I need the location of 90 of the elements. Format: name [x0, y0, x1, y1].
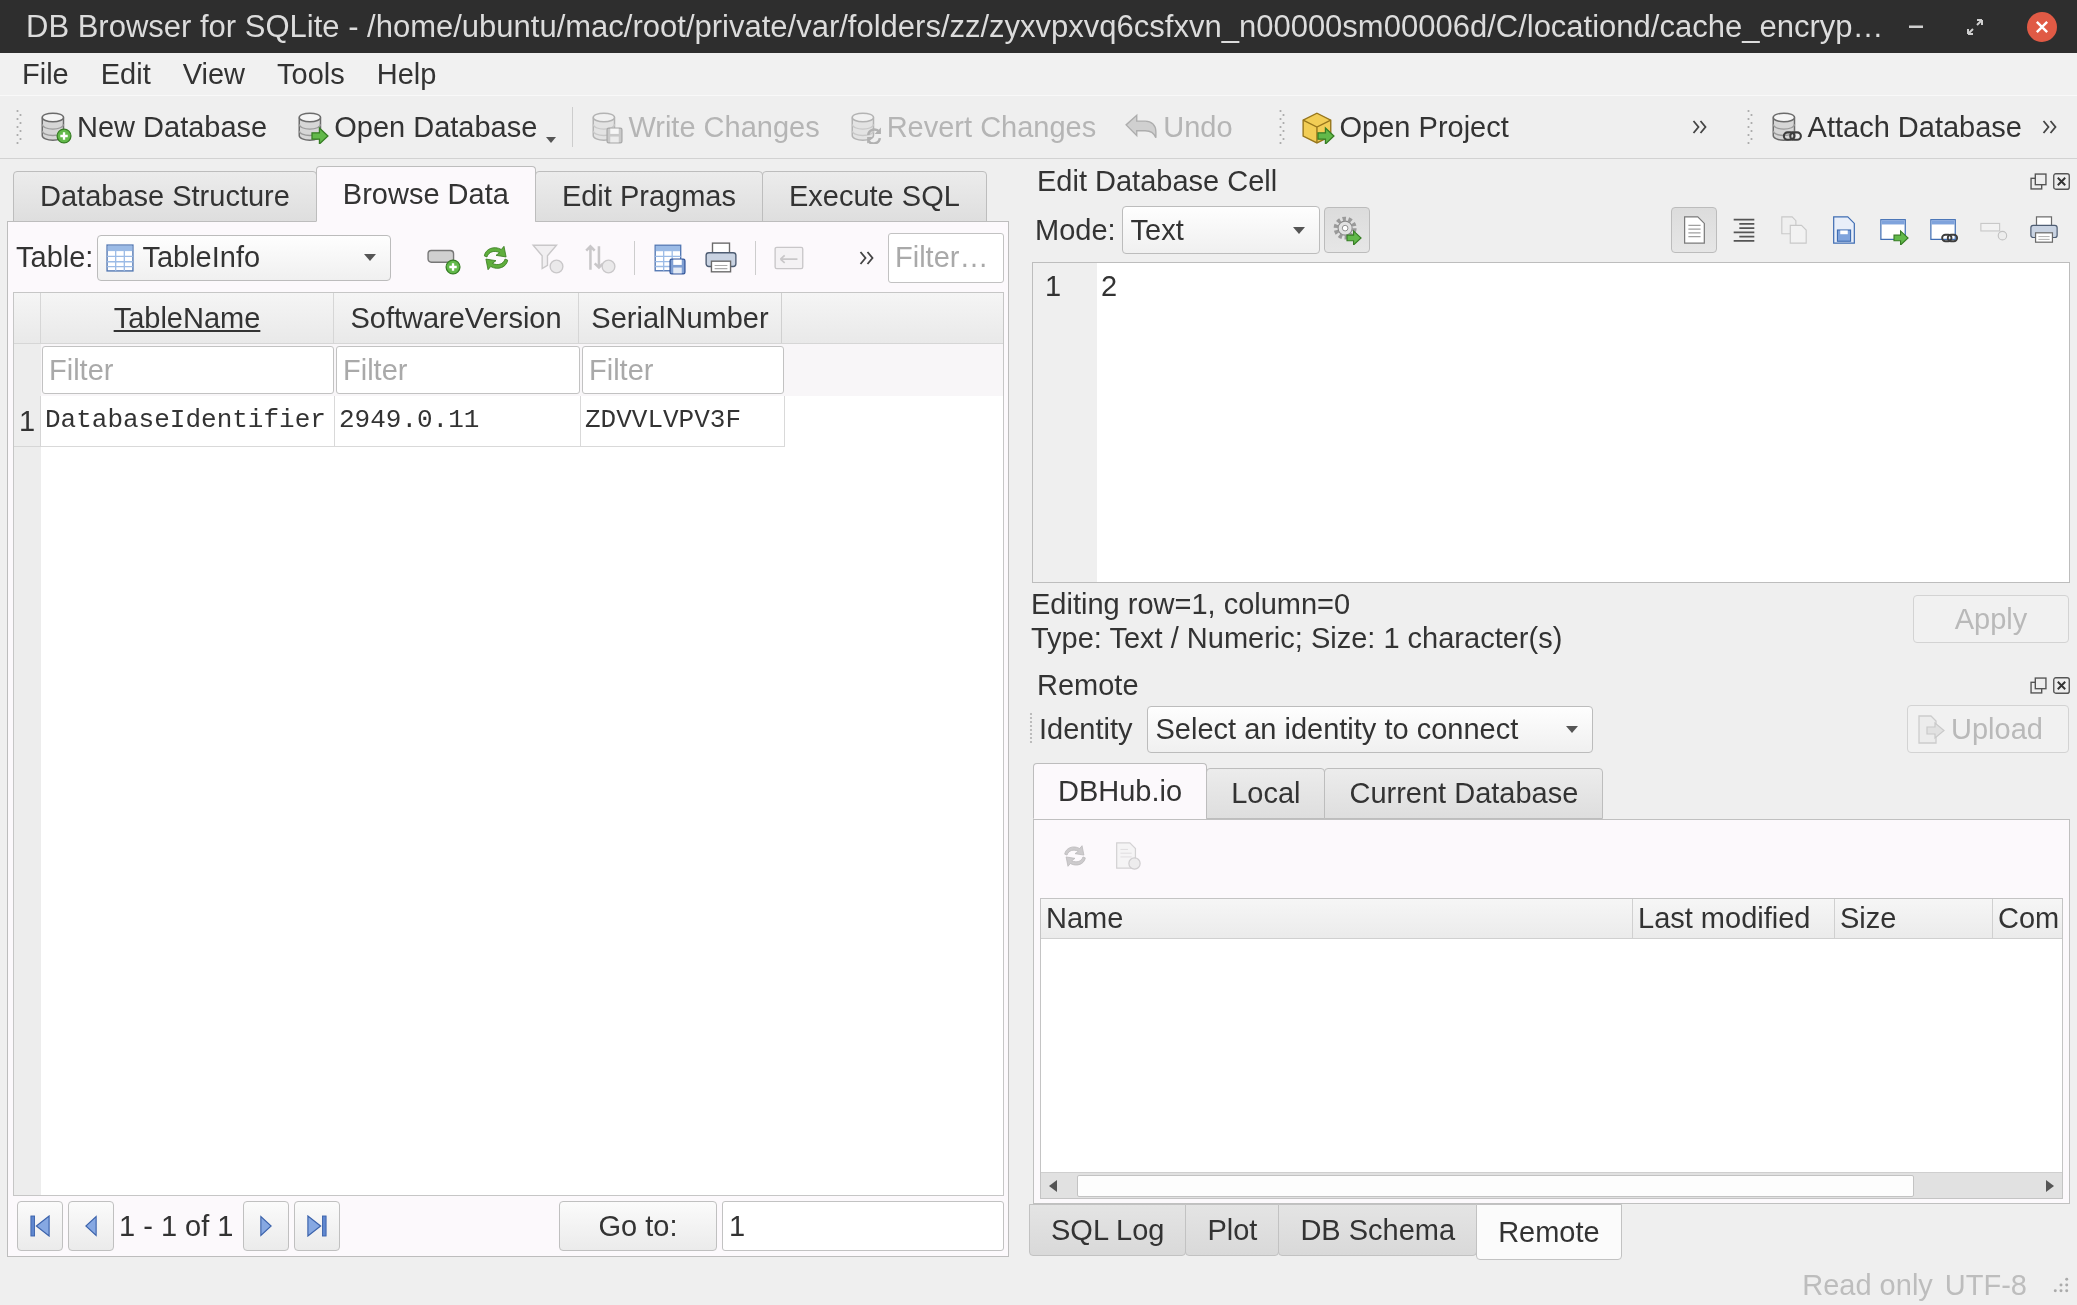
close-icon[interactable]	[2053, 676, 2070, 694]
box-arrow-icon	[1300, 110, 1335, 144]
filter-field[interactable]: Filter…	[888, 232, 1004, 283]
menu-item[interactable]: File	[6, 56, 85, 92]
tab[interactable]: Plot	[1185, 1204, 1280, 1256]
restore-icon[interactable]	[1967, 18, 1983, 35]
table-cell: ZDVVLVPV3F	[581, 396, 785, 447]
row-header[interactable]: 1	[14, 396, 41, 447]
toolbar-button[interactable]: Attach Database	[1760, 101, 2030, 153]
float-icon[interactable]	[2030, 172, 2047, 190]
gear-arrow-icon	[1331, 215, 1362, 245]
dock-title: Edit Database Cell	[1037, 163, 1278, 199]
filter-field[interactable]: Filter	[42, 346, 334, 394]
grip-icon[interactable]	[16, 109, 22, 145]
field-label: Table:	[16, 240, 94, 275]
tab[interactable]: Edit Pragmas	[534, 171, 763, 222]
document-arrow-icon	[1918, 714, 1945, 744]
field-label: Mode:	[1035, 212, 1116, 248]
status-text: Type: Text / Numeric; Size: 1 character(s)	[1031, 621, 1564, 655]
table-dropdown[interactable]: TableInfo	[97, 234, 392, 281]
column-header[interactable]: TableName	[40, 293, 334, 343]
nav-button[interactable]	[243, 1201, 290, 1251]
identity-dropdown[interactable]: Select an identity to connect	[1146, 705, 1593, 753]
dock-title: Remote	[1037, 667, 1139, 703]
grip-icon[interactable]	[1278, 109, 1285, 145]
table-icon	[106, 243, 135, 272]
window-title: DB Browser for SQLite - /home/ubuntu/mac/root/private/var/folders/zz/zyxvpxvq6csfxvn_n00000sm00006d/C/locationd/cache_encryp…	[26, 7, 1884, 46]
float-icon[interactable]	[2030, 676, 2047, 694]
column-header[interactable]: Name	[1041, 899, 1633, 938]
minimize-icon[interactable]	[1909, 24, 1923, 29]
double-chevron-icon[interactable]	[2042, 119, 2057, 135]
resize-grip-icon[interactable]	[2053, 1277, 2069, 1293]
tab[interactable]: Database Structure	[13, 171, 317, 222]
toolbar-button[interactable]: Open Project	[1292, 101, 1517, 153]
tab[interactable]: DB Schema	[1278, 1204, 1478, 1256]
tab[interactable]: Execute SQL	[761, 171, 987, 222]
left-triangle-icon	[85, 1215, 97, 1237]
column-header[interactable]: Last modified	[1633, 899, 1835, 938]
column-header[interactable]: Size	[1835, 899, 1993, 938]
skip-back-icon	[30, 1215, 50, 1237]
filter-field[interactable]: Filter	[582, 346, 784, 394]
close-icon[interactable]	[2053, 172, 2070, 190]
scrollbar-thumb[interactable]	[1077, 1174, 1914, 1197]
skip-forward-icon	[307, 1215, 328, 1237]
text-editor[interactable]: 1 2	[1032, 262, 2070, 583]
tab[interactable]: SQL Log	[1029, 1204, 1187, 1256]
caret-icon	[364, 254, 377, 261]
field-label: Identity	[1039, 711, 1133, 747]
column-header[interactable]: SoftwareVersion	[333, 293, 579, 343]
printer-icon	[2029, 215, 2059, 245]
status-text: Editing row=1, column=0	[1031, 587, 1352, 621]
table-cell: DatabaseIdentifier	[41, 396, 335, 447]
goto-field[interactable]: 1	[722, 1201, 1004, 1251]
double-chevron-icon[interactable]	[859, 249, 874, 266]
right-arrow-icon[interactable]	[2046, 1179, 2054, 1192]
menu-item[interactable]: Tools	[261, 56, 361, 92]
toggle-button[interactable]	[1323, 207, 1370, 253]
nav-button[interactable]	[68, 1201, 114, 1251]
page-status: 1 - 1 of 1	[119, 1208, 234, 1244]
goto-button[interactable]: Go to:	[559, 1201, 717, 1251]
tab[interactable]: Remote	[1476, 1204, 1622, 1260]
caret-icon	[1565, 725, 1578, 733]
text-line: 2	[1101, 269, 1119, 304]
column-header[interactable]: SerialNumber	[578, 293, 782, 343]
filter-field[interactable]: Filter	[336, 346, 580, 394]
printer-icon[interactable]	[704, 240, 739, 275]
grip-icon[interactable]	[1746, 109, 1753, 145]
close-icon[interactable]	[2027, 11, 2057, 42]
mode-dropdown[interactable]: Text	[1121, 206, 1320, 254]
tab[interactable]: DBHub.io	[1033, 763, 1208, 819]
documents-icon	[1779, 215, 1809, 245]
table-cell: 2949.0.11	[335, 396, 581, 447]
column-header[interactable]: Com	[1993, 899, 2065, 938]
grip-icon[interactable]	[1029, 712, 1033, 746]
tab[interactable]: Browse Data	[315, 166, 536, 222]
menu-item[interactable]: Edit	[84, 56, 167, 92]
toolbar-button[interactable]: Open Database	[287, 101, 565, 153]
menu-item[interactable]: View	[166, 56, 262, 92]
menu-item[interactable]: Help	[360, 56, 453, 92]
tab[interactable]: Local	[1206, 768, 1326, 819]
right-triangle-icon	[260, 1215, 273, 1237]
nav-button[interactable]	[17, 1201, 63, 1251]
line-number: 1	[1045, 269, 1063, 304]
toolbar-button[interactable]: New Database	[30, 101, 276, 153]
left-arrow-icon[interactable]	[1049, 1179, 1057, 1192]
tab[interactable]: Current Database	[1324, 768, 1604, 819]
double-chevron-icon[interactable]	[1691, 119, 1707, 135]
horizontal-scrollbar[interactable]	[1041, 1172, 2062, 1198]
nav-button[interactable]	[294, 1201, 341, 1251]
caret-icon	[1292, 226, 1305, 234]
